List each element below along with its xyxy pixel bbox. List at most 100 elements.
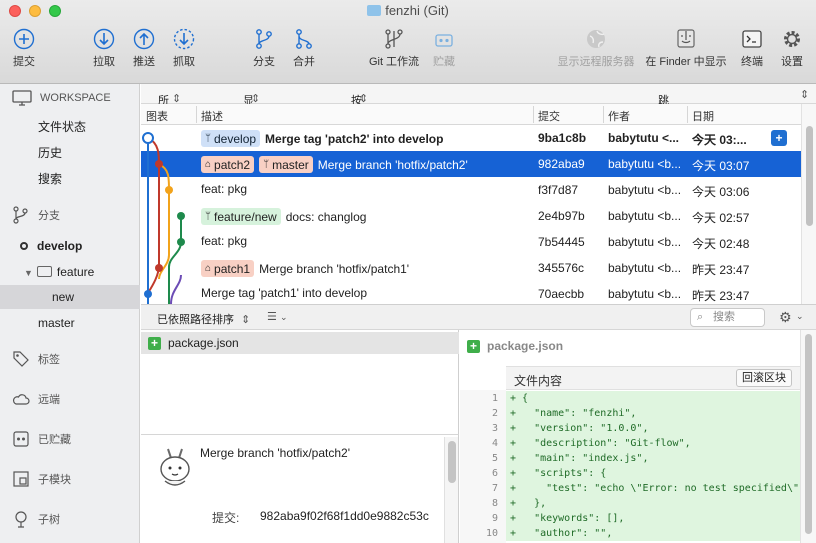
diff-line[interactable]: 4 + "description": "Git-flow",	[460, 436, 800, 451]
commit-message: Merge branch 'hotfix/patch2'	[200, 446, 350, 460]
file-row[interactable]: + package.json	[141, 332, 459, 354]
commit-description: ᛘ feature/new docs: changlog	[201, 208, 366, 225]
branches-header[interactable]: 分支	[12, 206, 60, 224]
commit-button[interactable]: 提交	[0, 28, 54, 69]
submodules-header[interactable]: 子模块	[12, 470, 71, 488]
updown-chevron-icon[interactable]: ⇕	[800, 88, 809, 101]
column-commit[interactable]: 提交	[538, 108, 560, 124]
commit-row[interactable]: ⌂ patch1 Merge branch 'hotfix/patch1' 345…	[141, 255, 801, 281]
stashes-label: 已贮藏	[38, 434, 71, 446]
sidebar-item-history[interactable]: 历史	[0, 141, 140, 165]
commit-author: babytutu <b...	[608, 261, 682, 275]
sidebar-item-label: 搜索	[38, 172, 63, 186]
remotes-header[interactable]: 远端	[12, 390, 60, 408]
chevron-down-icon[interactable]: ⌄	[796, 311, 804, 322]
settings-button[interactable]: 设置	[762, 28, 816, 69]
list-icon: ☰	[267, 311, 277, 323]
commit-description: Merge tag 'patch1' into develop	[201, 286, 367, 300]
scrollbar-thumb[interactable]	[806, 126, 813, 226]
folder-icon	[36, 266, 52, 277]
diff-file-name: package.json	[487, 339, 564, 353]
column-author[interactable]: 作者	[608, 108, 630, 124]
diff-line[interactable]: 7 + "test": "echo \"Error: no test specif…	[460, 481, 800, 496]
sidebar-item-file-status[interactable]: 文件状态	[0, 115, 140, 139]
gear-icon[interactable]: ⚙	[779, 309, 792, 326]
column-divider[interactable]	[196, 106, 197, 123]
sidebar-item-new[interactable]: new	[0, 285, 140, 309]
stash-icon	[13, 431, 29, 447]
diff-scrollbar[interactable]	[800, 330, 816, 543]
diff-line[interactable]: 10 + "author": "",	[460, 526, 800, 541]
scrollbar-thumb[interactable]	[448, 441, 456, 483]
line-number: 3	[491, 423, 498, 434]
tags-header[interactable]: 标签	[12, 350, 60, 368]
column-date[interactable]: 日期	[692, 108, 714, 124]
arrow-up-circle-icon	[133, 28, 155, 50]
revert-hunk-button[interactable]: 回滚区块	[736, 369, 792, 387]
fetch-button[interactable]: 抓取	[154, 28, 214, 69]
column-graph[interactable]: 图表	[146, 108, 168, 124]
commit-label: 提交	[13, 56, 35, 68]
window-title-text: fenzhi (Git)	[385, 3, 449, 18]
avatar	[160, 448, 190, 486]
added-file-icon: +	[148, 336, 161, 350]
sidebar-item-develop[interactable]: develop	[0, 234, 140, 258]
commit-row[interactable]: feat: pkg f3f7d87 babytutu <b... 今天 03:0…	[141, 177, 801, 203]
diff-line[interactable]: 2 + "name": "fenzhi",	[460, 406, 800, 421]
subtrees-label: 子树	[38, 514, 60, 526]
search-input[interactable]: ⌕ 搜索	[690, 308, 765, 327]
merge-icon	[296, 29, 312, 49]
tag-icon: ⌂	[205, 263, 212, 274]
commit-description: feat: pkg	[201, 234, 247, 248]
column-description[interactable]: 描述	[201, 108, 223, 124]
commit-message: Merge branch 'hotfix/patch2'	[317, 157, 468, 172]
line-code: + "author": "",	[506, 526, 800, 541]
stashes-header[interactable]: 已贮藏	[12, 430, 71, 448]
merge-button[interactable]: 合并	[274, 28, 334, 69]
diff-line[interactable]: 5 + "main": "index.js",	[460, 451, 800, 466]
sort-by-path-dropdown[interactable]: 已依照路径排序 ⇕	[157, 311, 250, 327]
commit-list-header: 图表 描述 提交 作者 日期	[141, 104, 801, 125]
stash-button[interactable]: 贮藏	[414, 28, 474, 69]
chevron-down-icon[interactable]: ▼	[24, 268, 33, 278]
commit-hash: f3f7d87	[538, 183, 579, 197]
file-name: package.json	[168, 336, 239, 350]
git-flow-label: Git 工作流	[368, 56, 420, 68]
diff-line[interactable]: 1 + {	[460, 391, 800, 406]
file-list-toolbar: 已依照路径排序 ⇕ ☰ ⌄ ⌕ 搜索 ⚙ ⌄	[141, 304, 816, 330]
line-number: 2	[491, 408, 498, 419]
commit-row[interactable]: ⌂ patch2 ᛘ master Merge branch 'hotfix/pat…	[141, 151, 801, 177]
column-divider[interactable]	[603, 106, 604, 123]
commit-row[interactable]: ᛘ feature/new docs: changlog 2e4b97b baby…	[141, 203, 801, 229]
column-divider[interactable]	[533, 106, 534, 123]
graph-node	[165, 186, 173, 194]
line-code: + "main": "index.js",	[506, 451, 800, 466]
scrollbar-thumb[interactable]	[805, 334, 812, 534]
diff-line[interactable]: 6 + "scripts": {	[460, 466, 800, 481]
subtrees-header[interactable]: 子树	[12, 510, 60, 528]
column-divider[interactable]	[687, 106, 688, 123]
branch-ref-badge: ᛘ develop	[201, 130, 261, 147]
details-scrollbar[interactable]	[444, 437, 458, 543]
commit-row[interactable]: Merge tag 'patch1' into develop 70aecbb …	[141, 281, 801, 304]
hunk-title: 文件内容	[514, 374, 563, 388]
line-code: + "test": "echo \"Error: no test specifi…	[506, 481, 800, 496]
add-plus-icon[interactable]: +	[771, 130, 787, 146]
diff-line[interactable]: 9 + "keywords": [],	[460, 511, 800, 526]
line-number: 1	[491, 393, 498, 404]
sidebar-item-search[interactable]: 搜索	[0, 167, 140, 191]
commit-author: babytutu <...	[608, 131, 680, 145]
diff-line[interactable]: 8 + },	[460, 496, 800, 511]
show-remote-button[interactable]: 显示远程服务器	[556, 28, 636, 69]
show-in-finder-button[interactable]: 在 Finder 中显示	[643, 28, 729, 69]
diff-line[interactable]: 3 + "version": "1.0.0",	[460, 421, 800, 436]
commit-list-scrollbar[interactable]	[801, 104, 816, 304]
sidebar-item-master[interactable]: master	[0, 311, 140, 335]
commit-row[interactable]: feat: pkg 7b54445 babytutu <b... 今天 02:4…	[141, 229, 801, 255]
submodule-icon	[13, 471, 29, 487]
commit-date: 昨天 23:47	[692, 263, 750, 277]
list-view-dropdown[interactable]: ☰ ⌄	[267, 310, 287, 323]
sidebar-item-feature[interactable]: ▼ feature	[0, 260, 140, 284]
commit-row[interactable]: ᛘ develop Merge tag 'patch2' into develop…	[141, 125, 801, 151]
chevron-down-icon: ⌄	[279, 312, 288, 322]
